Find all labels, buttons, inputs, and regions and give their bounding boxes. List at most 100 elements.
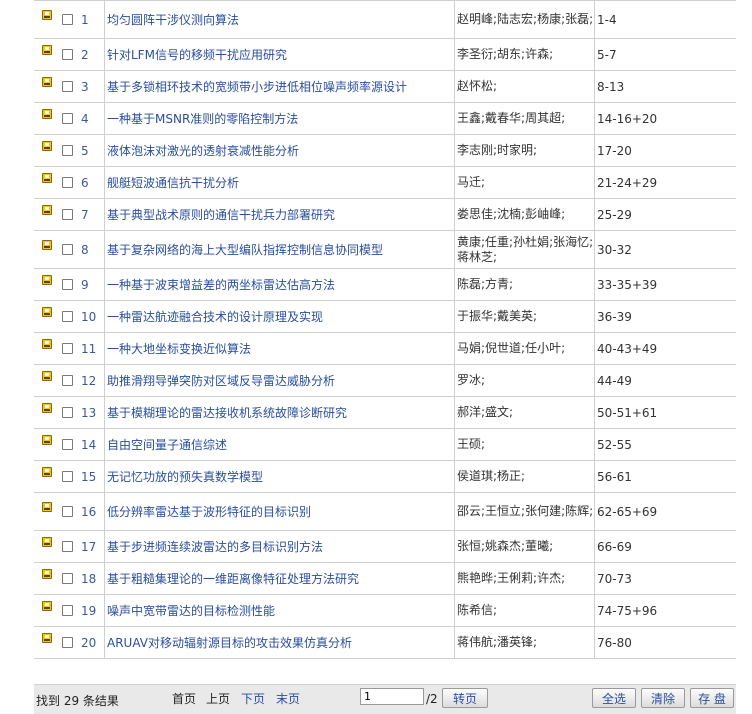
- table-row: 8 基于复杂网络的海上大型编队指挥控制信息协同模型 黄康;任重;孙杜娟;张海忆;蒋林…: [34, 230, 736, 269]
- article-title-link[interactable]: 一种基于MSNR准则的零陷控制方法: [107, 112, 298, 126]
- row-checkbox[interactable]: [62, 279, 73, 290]
- save-button[interactable]: 存 盘: [690, 688, 734, 708]
- row-controls: 14: [34, 428, 105, 461]
- row-checkbox[interactable]: [62, 209, 73, 220]
- article-title-link[interactable]: 基于步进频连续波雷达的多目标识别方法: [107, 540, 323, 554]
- article-pages: 33-35+39: [597, 277, 658, 292]
- select-all-button[interactable]: 全选: [592, 688, 636, 708]
- article-title-link[interactable]: 一种基于波束增益差的两坐标雷达估高方法: [107, 278, 335, 292]
- row-checkbox[interactable]: [62, 49, 73, 60]
- article-title-link[interactable]: 均匀圆阵干涉仪测向算法: [107, 13, 239, 27]
- row-number: 4: [81, 111, 89, 126]
- row-checkbox[interactable]: [62, 81, 73, 92]
- article-authors: 郝洋;盛文;: [457, 405, 514, 419]
- article-title-link[interactable]: ARUAV对移动辐射源目标的攻击效果仿真分析: [107, 636, 352, 650]
- save-disk-icon[interactable]: [42, 140, 52, 151]
- next-page-link[interactable]: 下页: [241, 690, 265, 707]
- article-pages: 70-73: [597, 571, 632, 586]
- article-pages: 25-29: [597, 207, 632, 222]
- article-title-link[interactable]: 基于多锁相环技术的宽频带小步进低相位噪声频率源设计: [107, 80, 407, 94]
- row-number: 16: [81, 504, 97, 519]
- article-pages: 76-80: [597, 635, 632, 650]
- article-authors: 李圣衍;胡东;许森;: [457, 47, 554, 61]
- article-pages: 44-49: [597, 373, 632, 388]
- save-disk-icon[interactable]: [42, 172, 52, 183]
- page-number-input[interactable]: [360, 688, 424, 705]
- row-checkbox[interactable]: [62, 439, 73, 450]
- row-controls: 18: [34, 562, 105, 595]
- first-page-link[interactable]: 首页: [172, 690, 196, 707]
- row-checkbox[interactable]: [62, 407, 73, 418]
- article-title-link[interactable]: 低分辨率雷达基于波形特征的目标识别: [107, 505, 311, 519]
- save-disk-icon[interactable]: [42, 466, 52, 477]
- save-disk-icon[interactable]: [42, 536, 52, 547]
- row-number: 10: [81, 309, 97, 324]
- row-checkbox[interactable]: [62, 471, 73, 482]
- last-page-link[interactable]: 末页: [276, 690, 300, 707]
- article-title-link[interactable]: 基于粗糙集理论的一维距离像特征处理方法研究: [107, 572, 359, 586]
- save-disk-icon[interactable]: [42, 9, 52, 20]
- article-title-link[interactable]: 基于模糊理论的雷达接收机系统故障诊断研究: [107, 406, 347, 420]
- row-checkbox[interactable]: [62, 145, 73, 156]
- row-checkbox[interactable]: [62, 177, 73, 188]
- table-row: 1 均匀圆阵干涉仪测向算法 赵明峰;陆志宏;杨康;张磊; 1-4: [34, 0, 736, 39]
- table-row: 14 自由空间量子通信综述 王硕; 52-55: [34, 428, 736, 461]
- table-row: 6 舰艇短波通信抗干扰分析 马迁; 21-24+29: [34, 166, 736, 199]
- row-checkbox[interactable]: [62, 113, 73, 124]
- article-authors: 马娟;倪世道;任小叶;: [457, 341, 566, 355]
- row-checkbox[interactable]: [62, 605, 73, 616]
- article-title-link[interactable]: 一种雷达航迹融合技术的设计原理及实现: [107, 310, 323, 324]
- save-disk-icon[interactable]: [42, 108, 52, 119]
- clear-button[interactable]: 清除: [641, 688, 685, 708]
- row-checkbox[interactable]: [62, 375, 73, 386]
- save-disk-icon[interactable]: [42, 600, 52, 611]
- row-number: 15: [81, 469, 97, 484]
- table-row: 16 低分辨率雷达基于波形特征的目标识别 邵云;王恒立;张何建;陈辉; 62-65+6…: [34, 492, 736, 531]
- row-controls: 6: [34, 166, 105, 199]
- article-title-link[interactable]: 自由空间量子通信综述: [107, 438, 227, 452]
- table-row: 15 无记忆功放的预失真数学模型 侯道琪;杨正; 56-61: [34, 460, 736, 493]
- article-title-link[interactable]: 针对LFM信号的移频干扰应用研究: [107, 48, 287, 62]
- save-disk-icon[interactable]: [42, 306, 52, 317]
- row-number: 17: [81, 539, 97, 554]
- save-disk-icon[interactable]: [42, 274, 52, 285]
- save-disk-icon[interactable]: [42, 632, 52, 643]
- row-checkbox[interactable]: [62, 541, 73, 552]
- prev-page-link[interactable]: 上页: [206, 690, 230, 707]
- row-checkbox[interactable]: [62, 637, 73, 648]
- article-authors: 王鑫;戴春华;周其超;: [457, 111, 566, 125]
- table-row: 4 一种基于MSNR准则的零陷控制方法 王鑫;戴春华;周其超; 14-16+20: [34, 102, 736, 135]
- article-title-link[interactable]: 舰艇短波通信抗干扰分析: [107, 176, 239, 190]
- table-row: 20 ARUAV对移动辐射源目标的攻击效果仿真分析 蒋伟航;潘英锋; 76-80: [34, 626, 736, 659]
- row-checkbox[interactable]: [62, 573, 73, 584]
- table-row: 3 基于多锁相环技术的宽频带小步进低相位噪声频率源设计 赵怀松; 8-13: [34, 70, 736, 103]
- article-title-link[interactable]: 一种大地坐标变换近似算法: [107, 342, 251, 356]
- table-row: 11 一种大地坐标变换近似算法 马娟;倪世道;任小叶; 40-43+49: [34, 332, 736, 365]
- article-title-link[interactable]: 助推滑翔导弹突防对区域反导雷达威胁分析: [107, 374, 335, 388]
- goto-page-button[interactable]: 转页: [442, 688, 488, 708]
- row-checkbox[interactable]: [62, 311, 73, 322]
- save-disk-icon[interactable]: [42, 76, 52, 87]
- save-disk-icon[interactable]: [42, 239, 52, 250]
- article-title-link[interactable]: 无记忆功放的预失真数学模型: [107, 470, 263, 484]
- save-disk-icon[interactable]: [42, 568, 52, 579]
- row-checkbox[interactable]: [62, 14, 73, 25]
- save-disk-icon[interactable]: [42, 501, 52, 512]
- save-disk-icon[interactable]: [42, 370, 52, 381]
- article-title-link[interactable]: 基于复杂网络的海上大型编队指挥控制信息协同模型: [107, 243, 383, 257]
- save-disk-icon[interactable]: [42, 204, 52, 215]
- row-number: 7: [81, 207, 89, 222]
- row-checkbox[interactable]: [62, 244, 73, 255]
- article-title-link[interactable]: 基于典型战术原则的通信干扰兵力部署研究: [107, 208, 335, 222]
- save-disk-icon[interactable]: [42, 44, 52, 55]
- article-title-link[interactable]: 液体泡沫对激光的透射衰减性能分析: [107, 144, 299, 158]
- row-number: 3: [81, 79, 89, 94]
- row-checkbox[interactable]: [62, 506, 73, 517]
- article-title-link[interactable]: 噪声中宽带雷达的目标检测性能: [107, 604, 275, 618]
- save-disk-icon[interactable]: [42, 434, 52, 445]
- results-panel: 1 均匀圆阵干涉仪测向算法 赵明峰;陆志宏;杨康;张磊; 1-4 2 针对LFM信号的移频…: [34, 0, 736, 659]
- row-checkbox[interactable]: [62, 343, 73, 354]
- save-disk-icon[interactable]: [42, 338, 52, 349]
- row-number: 2: [81, 47, 89, 62]
- save-disk-icon[interactable]: [42, 402, 52, 413]
